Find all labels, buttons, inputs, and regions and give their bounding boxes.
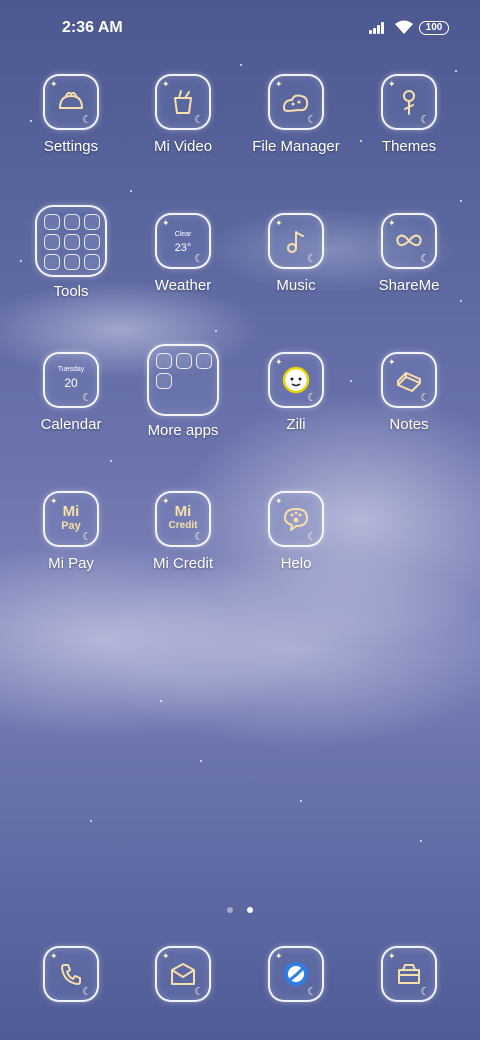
page-dot-2[interactable] <box>247 907 254 913</box>
music-note-icon: ✦ ☾ <box>268 213 324 269</box>
app-label: Mi Pay <box>48 555 94 572</box>
app-label: ShareMe <box>378 277 440 294</box>
calendar-day: Tuesday <box>57 366 85 373</box>
app-weather[interactable]: ✦ Clear 23° ☾ Weather <box>127 213 239 294</box>
weather-icon: ✦ Clear 23° ☾ <box>155 213 211 269</box>
app-label: Notes <box>389 416 429 433</box>
app-notes[interactable]: ✦ ☾ Notes <box>353 352 465 433</box>
dock-camera[interactable]: ✦ ☾ <box>353 946 465 1002</box>
app-helo[interactable]: ✦ ☾ Helo <box>240 491 352 572</box>
app-shareme[interactable]: ✦ ☾ ShareMe <box>353 213 465 294</box>
folder-grid-icon <box>147 344 219 416</box>
app-file-manager[interactable]: ✦ ☾ File Manager <box>240 74 352 155</box>
app-label: Themes <box>381 138 437 155</box>
status-time: 2:36 AM <box>62 19 123 36</box>
app-label: Weather <box>154 277 212 294</box>
app-themes[interactable]: ✦ ☾ Themes <box>353 74 465 155</box>
app-label: More apps <box>147 422 219 439</box>
app-label: Tools <box>53 283 89 300</box>
notes-icon: ✦ ☾ <box>381 352 437 408</box>
bun-icon: ✦ ☾ <box>43 74 99 130</box>
paw-bubble-icon: ✦ ☾ <box>268 491 324 547</box>
app-calendar[interactable]: Tuesday 20 ☾ Calendar <box>15 352 127 433</box>
app-label: Helo <box>280 555 312 572</box>
dock-messages[interactable]: ✦ ☾ <box>127 946 239 1002</box>
app-label: Mi Video <box>153 138 213 155</box>
app-label: Settings <box>43 138 99 155</box>
page-indicator <box>0 900 480 918</box>
folder-cloud-icon: ✦ ☾ <box>268 74 324 130</box>
app-mi-credit[interactable]: ✦ Mi Credit ☾ Mi Credit <box>127 491 239 572</box>
app-more-apps-folder[interactable]: More apps <box>127 344 239 439</box>
app-settings[interactable]: ✦ ☾ Settings <box>15 74 127 155</box>
calendar-date: 20 <box>64 376 78 390</box>
video-cup-icon: ✦ ☾ <box>155 74 211 130</box>
battery-icon: 100 <box>419 21 449 35</box>
dock-phone[interactable]: ✦ ☾ <box>15 946 127 1002</box>
phone-icon: ✦ ☾ <box>43 946 99 1002</box>
app-label: Zili <box>286 416 306 433</box>
mi-pay-icon: ✦ Mi Pay ☾ <box>43 491 99 547</box>
envelope-icon: ✦ ☾ <box>155 946 211 1002</box>
app-label: Calendar <box>40 416 102 433</box>
page-dot-1[interactable] <box>226 907 233 913</box>
infinity-icon: ✦ ☾ <box>381 213 437 269</box>
cell-signal-icon <box>369 22 388 34</box>
app-label: Music <box>276 277 316 294</box>
browser-icon: ✦ ☾ <box>268 946 324 1002</box>
camera-icon: ✦ ☾ <box>381 946 437 1002</box>
app-music[interactable]: ✦ ☾ Music <box>240 213 352 294</box>
zili-face-icon: ✦ ☾ <box>268 352 324 408</box>
app-label: File Manager <box>252 138 340 155</box>
brush-icon: ✦ ☾ <box>381 74 437 130</box>
mi-credit-icon: ✦ Mi Credit ☾ <box>155 491 211 547</box>
folder-grid-icon <box>35 205 107 277</box>
status-bar: 2:36 AM 100 <box>0 0 480 56</box>
app-mi-pay[interactable]: ✦ Mi Pay ☾ Mi Pay <box>15 491 127 572</box>
app-zili[interactable]: ✦ ☾ Zili <box>240 352 352 433</box>
app-mi-video[interactable]: ✦ ☾ Mi Video <box>127 74 239 155</box>
app-label: Mi Credit <box>152 555 213 572</box>
wifi-icon <box>395 20 413 34</box>
weather-condition: Clear <box>174 231 192 238</box>
app-tools-folder[interactable]: Tools <box>15 205 127 300</box>
dock-browser[interactable]: ✦ ☾ <box>240 946 352 1002</box>
calendar-icon: Tuesday 20 ☾ <box>43 352 99 408</box>
